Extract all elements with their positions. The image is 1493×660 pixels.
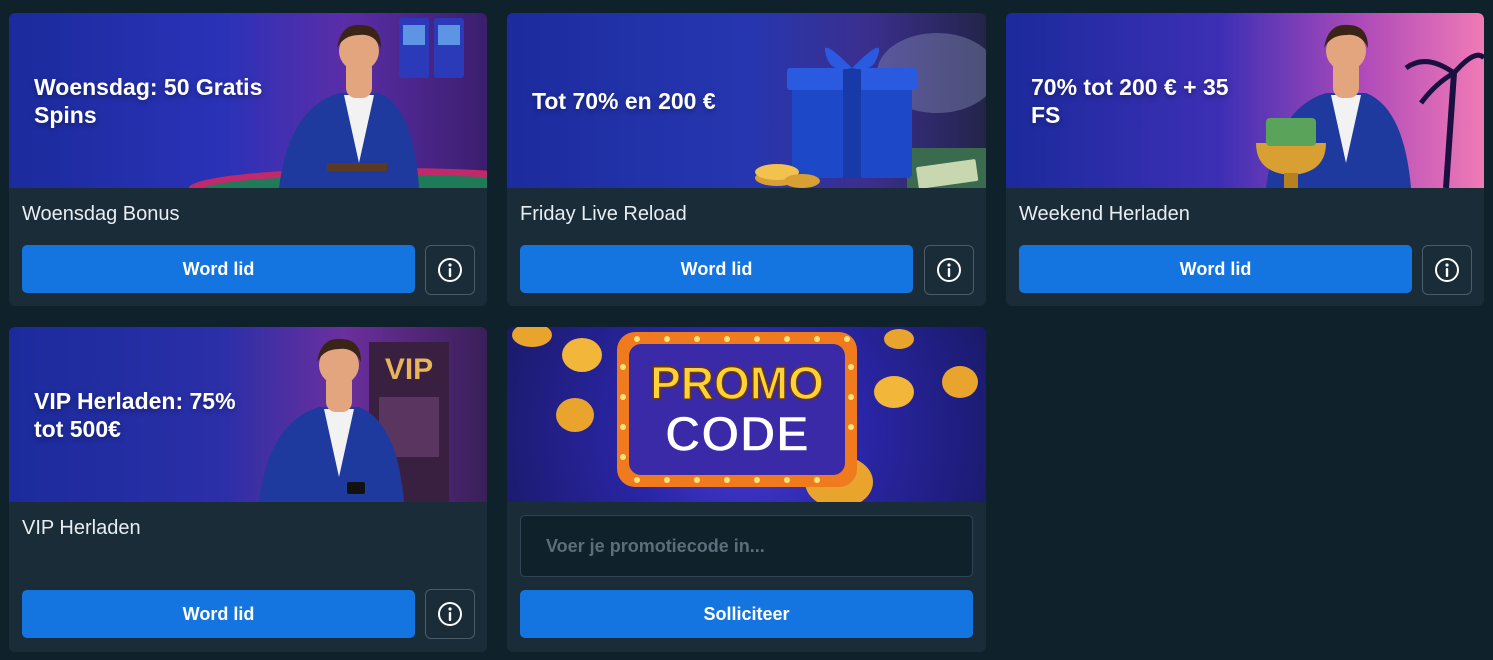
info-button[interactable]: [425, 589, 475, 639]
info-circle-icon: [937, 258, 961, 282]
promotion-banner[interactable]: Woensdag: 50 Gratis Spins: [9, 13, 487, 188]
promotion-card-friday-live-reload: Tot 70% en 200 € Friday Live Reload Word…: [507, 13, 986, 306]
promotion-title: Friday Live Reload: [520, 203, 687, 225]
info-button[interactable]: [924, 245, 974, 295]
promo-code-input[interactable]: [520, 515, 973, 577]
promo-code-banner: PROMO CODE: [507, 327, 986, 502]
promo-code-illustration: PROMO CODE: [512, 327, 978, 502]
promotion-card-vip-herladen: VIP VIP Herladen: 75% tot 500€ VIP Herla…: [9, 327, 487, 652]
join-button[interactable]: Word lid: [22, 245, 415, 293]
info-circle-icon: [438, 602, 462, 626]
promotion-banner[interactable]: VIP VIP Herladen: 75% tot 500€: [9, 327, 487, 502]
info-circle-icon: [1435, 258, 1459, 282]
promotion-banner[interactable]: 70% tot 200 € + 35 FS: [1006, 13, 1484, 188]
promotion-card-weekend-herladen: 70% tot 200 € + 35 FS Weekend Herladen W…: [1006, 13, 1484, 306]
info-circle-icon: [438, 258, 462, 282]
promotion-title: VIP Herladen: [22, 517, 141, 539]
info-button[interactable]: [425, 245, 475, 295]
banner-headline: Tot 70% en 200 €: [532, 87, 716, 114]
promo-banner-line2: CODE: [665, 406, 809, 462]
join-button[interactable]: Word lid: [520, 245, 913, 293]
promotion-banner[interactable]: Tot 70% en 200 €: [507, 13, 986, 188]
banner-headline: VIP Herladen: 75% tot 500€: [34, 387, 236, 442]
promotion-title: Woensdag Bonus: [22, 203, 180, 225]
info-button[interactable]: [1422, 245, 1472, 295]
banner-headline: 70% tot 200 € + 35 FS: [1031, 73, 1229, 128]
promo-banner-line1: PROMO: [650, 357, 824, 409]
vip-sign-text: VIP: [385, 353, 433, 386]
promo-code-card: PROMO CODE Solliciteer: [507, 327, 986, 652]
banner-headline: Woensdag: 50 Gratis Spins: [34, 73, 263, 128]
promotion-card-woensdag-bonus: Woensdag: 50 Gratis Spins Woensdag Bonus…: [9, 13, 487, 306]
promotion-title: Weekend Herladen: [1019, 203, 1190, 225]
join-button[interactable]: Word lid: [1019, 245, 1412, 293]
apply-promo-button[interactable]: Solliciteer: [520, 590, 973, 638]
join-button[interactable]: Word lid: [22, 590, 415, 638]
